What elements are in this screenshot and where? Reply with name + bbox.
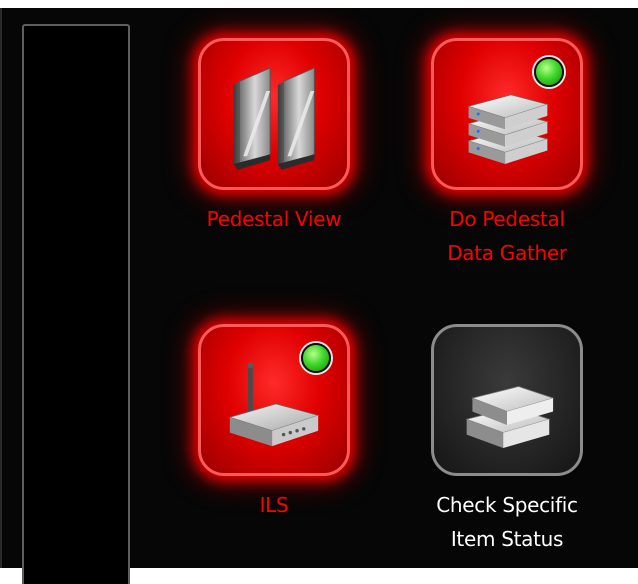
data-gather-button[interactable] xyxy=(431,38,583,190)
check-item-status-button[interactable] xyxy=(431,324,583,476)
pedestal-view-tile[interactable]: Pedestal View xyxy=(189,38,359,236)
data-gather-label: Do Pedestal Data Gather xyxy=(447,207,567,265)
check-item-status-tile[interactable]: Check Specific Item Status xyxy=(422,324,592,556)
pedestal-view-button[interactable] xyxy=(198,38,350,190)
pedestal-view-label: Pedestal View xyxy=(206,207,342,231)
status-indicator-icon xyxy=(534,57,564,87)
side-panel xyxy=(22,24,130,584)
ils-label: ILS xyxy=(259,493,289,517)
data-gather-tile[interactable]: Do Pedestal Data Gather xyxy=(422,38,592,270)
check-item-status-label: Check Specific Item Status xyxy=(436,493,578,551)
app-window: Pedestal View Do Pedestal Data Gather IL… xyxy=(0,8,638,584)
ils-button[interactable] xyxy=(198,324,350,476)
books-icon xyxy=(465,386,555,449)
pedestal-gates-icon xyxy=(233,67,315,170)
ils-tile[interactable]: ILS xyxy=(189,324,359,522)
status-indicator-icon xyxy=(301,343,331,373)
